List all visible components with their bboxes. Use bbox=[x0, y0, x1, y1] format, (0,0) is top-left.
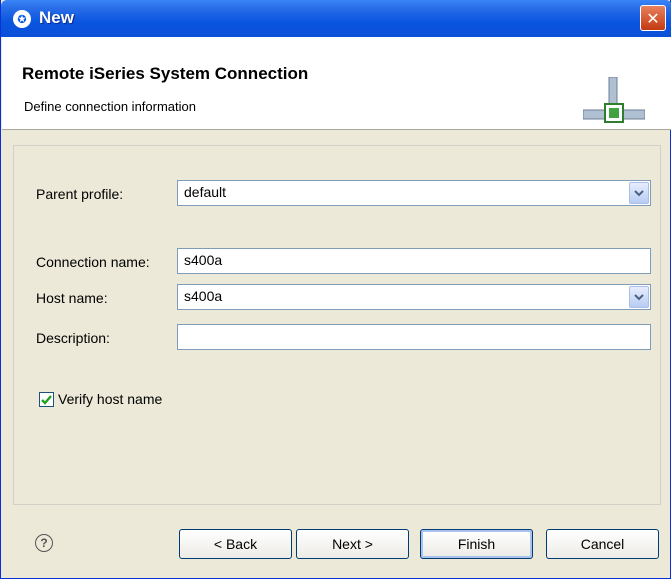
description-label: Description: bbox=[36, 330, 110, 346]
host-name-value: s400a bbox=[184, 288, 223, 304]
connection-icon bbox=[583, 77, 645, 123]
close-icon: ✕ bbox=[646, 8, 660, 28]
chevron-down-icon bbox=[634, 293, 644, 300]
description-input[interactable] bbox=[177, 324, 651, 350]
host-name-combo[interactable]: s400a bbox=[177, 284, 651, 310]
wizard-banner: Remote iSeries System Connection Define … bbox=[2, 37, 671, 130]
parent-profile-dropdown-button[interactable] bbox=[629, 182, 649, 204]
back-button[interactable]: < Back bbox=[179, 529, 292, 559]
parent-profile-value: default bbox=[184, 184, 227, 200]
parent-profile-select[interactable]: default bbox=[177, 180, 651, 206]
connection-name-label: Connection name: bbox=[36, 254, 150, 270]
host-name-dropdown-button[interactable] bbox=[629, 286, 649, 308]
page-title: Remote iSeries System Connection bbox=[22, 64, 309, 83]
chevron-down-icon bbox=[634, 189, 644, 196]
cancel-button[interactable]: Cancel bbox=[546, 529, 659, 559]
verify-host-label[interactable]: Verify host name bbox=[58, 391, 162, 407]
verify-host-checkbox[interactable] bbox=[39, 392, 54, 407]
parent-profile-label: Parent profile: bbox=[36, 186, 124, 202]
connection-name-value: s400a bbox=[184, 252, 223, 268]
close-button[interactable]: ✕ bbox=[640, 5, 666, 31]
page-description: Define connection information bbox=[24, 99, 196, 114]
next-button[interactable]: Next > bbox=[296, 529, 409, 559]
help-icon[interactable]: ? bbox=[35, 534, 53, 552]
checkmark-icon bbox=[41, 394, 52, 405]
host-name-label: Host name: bbox=[36, 290, 108, 306]
eclipse-icon: ✪ bbox=[13, 10, 31, 28]
new-dialog: ✪ New ✕ Remote iSeries System Connection… bbox=[0, 0, 671, 579]
finish-button[interactable]: Finish bbox=[420, 529, 533, 559]
window-title: New bbox=[39, 8, 74, 27]
connection-name-input[interactable]: s400a bbox=[177, 248, 651, 274]
title-bar[interactable]: ✪ New ✕ bbox=[1, 0, 671, 37]
